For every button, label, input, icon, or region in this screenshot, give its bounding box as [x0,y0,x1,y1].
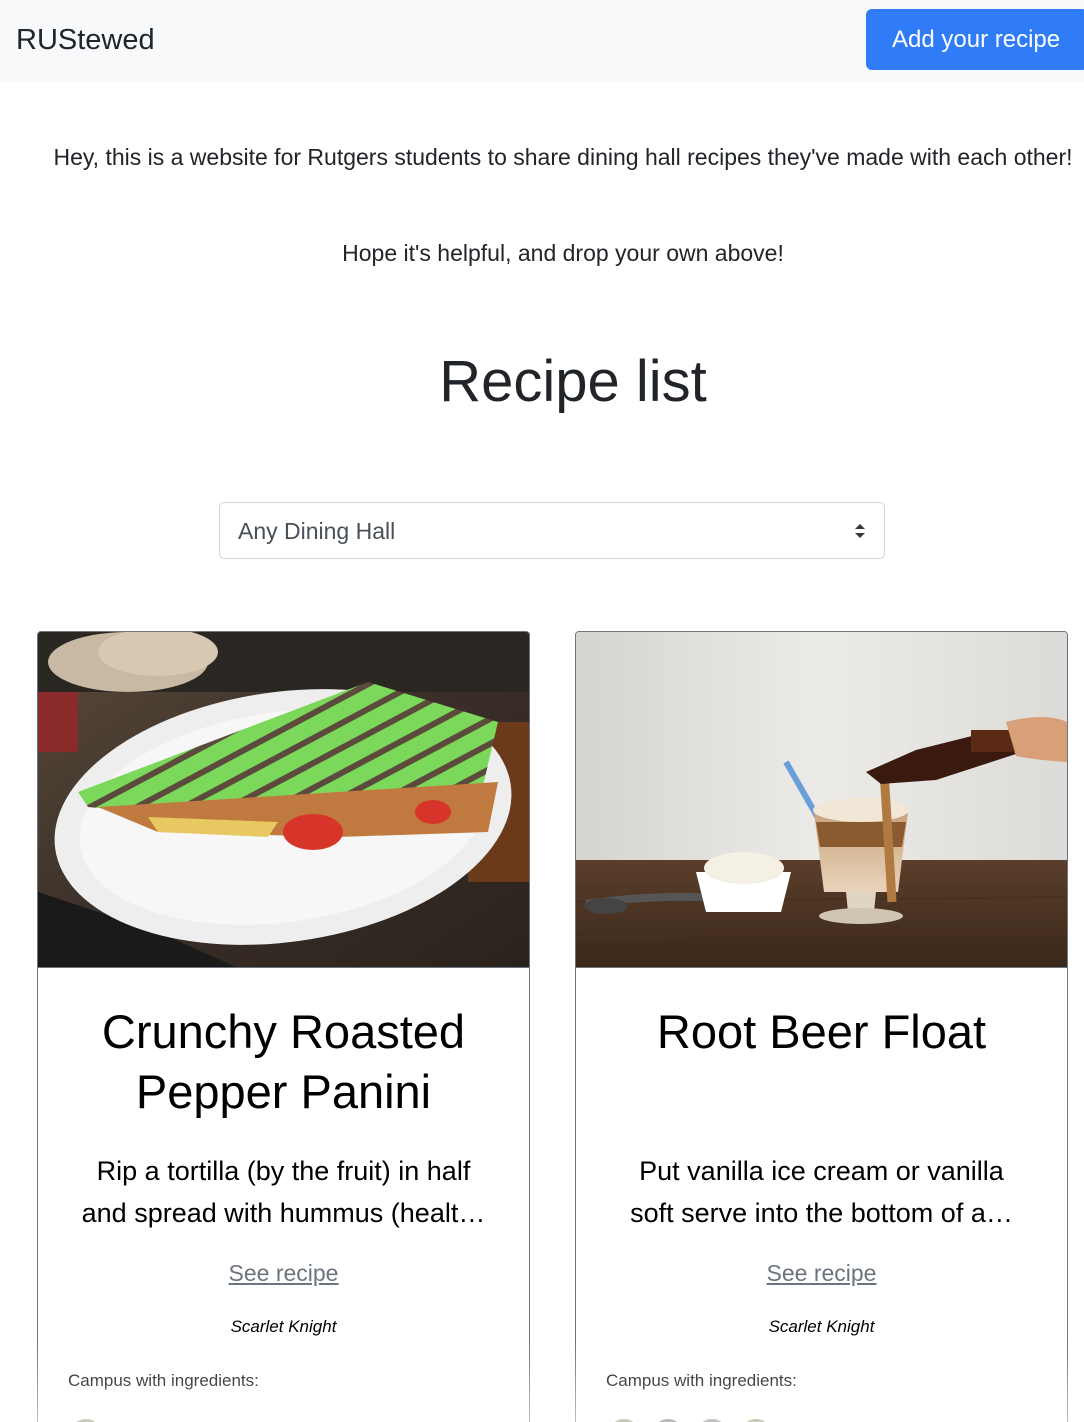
root-beer-float-photo [576,632,1067,968]
recipe-title: Root Beer Float [656,1005,987,1058]
campus-label: Campus with ingredients: [606,1371,797,1390]
dining-hall-select[interactable]: Any Dining Hall [219,502,885,559]
campus-avatar [650,1417,686,1422]
recipe-description-line: Put vanilla ice cream or vanilla [639,1156,1004,1186]
navbar: RUStewed Add your recipe [0,0,1084,82]
recipe-card: Root Beer Float Put vanilla ice cream or… [575,631,1068,1422]
see-recipe-link[interactable]: See recipe [576,1260,1067,1287]
campus-avatar [694,1417,730,1422]
intro-call-to-action: Hope it's helpful, and drop your own abo… [342,240,784,266]
dining-hall-select-value: Any Dining Hall [238,518,396,544]
campus-avatar [68,1417,104,1422]
recipe-description-line: and spread with hummus (healt… [81,1198,486,1228]
intro-text: Hey, this is a website for Rutgers stude… [53,144,1073,170]
recipe-title: Crunchy Roasted Pepper Panini [101,1005,466,1118]
campus-label: Campus with ingredients: [68,1371,259,1390]
page-title: Recipe list [439,349,707,414]
recipe-description-line: Rip a tortilla (by the fruit) in half [96,1156,471,1186]
campus-avatar [738,1417,774,1422]
recipe-card: Crunchy Roasted Pepper Panini Rip a tort… [37,631,530,1422]
recipe-description-line: soft serve into the bottom of a… [630,1198,1013,1228]
recipe-author: Scarlet Knight [768,1317,875,1336]
recipe-description: Put vanilla ice cream or vanilla soft se… [606,1150,1037,1234]
recipe-description: Rip a tortilla (by the fruit) in half an… [68,1150,499,1234]
campus-avatar [606,1417,642,1422]
add-recipe-button[interactable]: Add your recipe [866,9,1084,70]
chevron-updown-icon [855,524,865,538]
recipe-author: Scarlet Knight [230,1317,337,1336]
see-recipe-link[interactable]: See recipe [38,1260,529,1287]
brand-logo[interactable]: RUStewed [16,24,155,57]
panini-photo [38,632,529,968]
